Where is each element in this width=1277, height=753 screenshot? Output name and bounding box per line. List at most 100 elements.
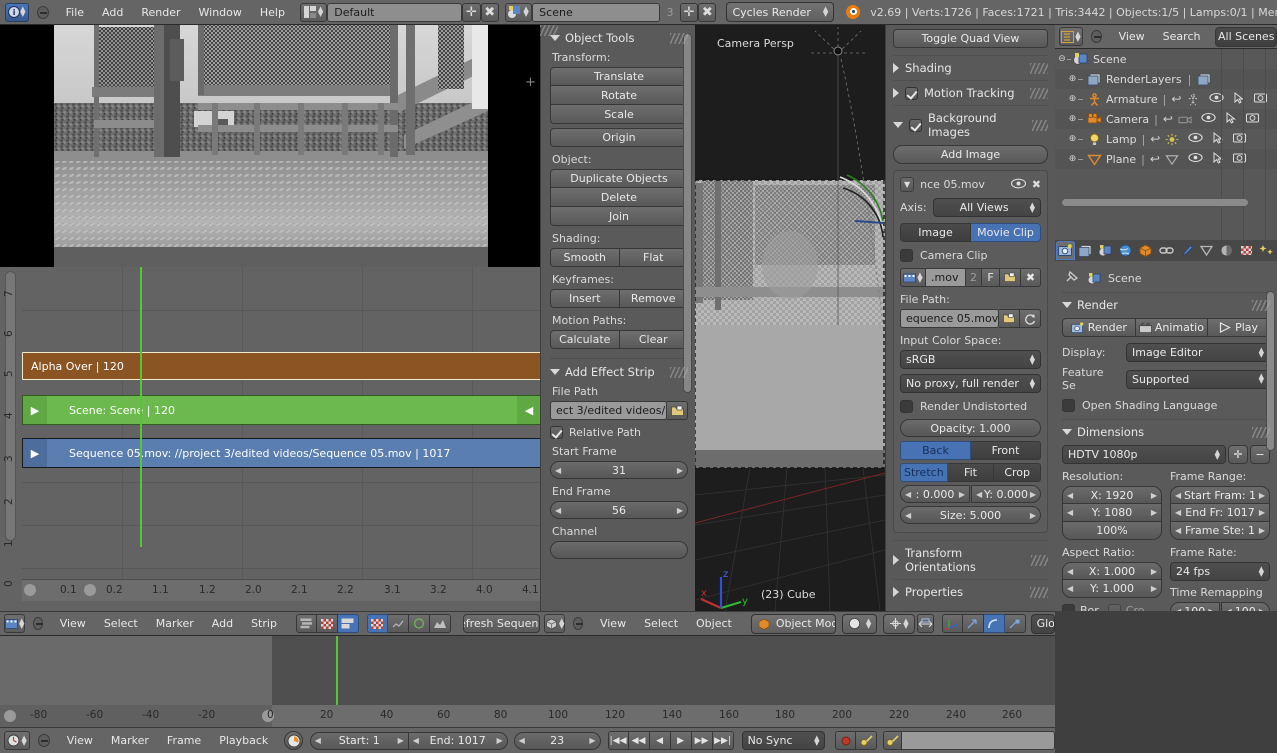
sequencer-editor-type-icon[interactable]: ▲ ▼ [4,614,26,633]
resolution-y-input[interactable]: ◀ Y: 1080 ▶ [1062,504,1162,522]
offset-x-input[interactable]: ◀: 0.000 ▶ [900,485,970,503]
seq-menu-marker[interactable]: Marker [147,611,203,636]
tab-constraints[interactable] [1156,241,1175,260]
timeline-playhead[interactable] [336,636,338,705]
delete-scene-button[interactable]: ✖ [698,2,717,22]
translate-manipulator-icon[interactable] [962,614,984,633]
origin-button[interactable]: Origin [550,128,688,147]
sequencer-strip-area[interactable]: Alpha Over | 120 ▶ Scene: Scene | 120 ◀ … [22,267,542,579]
play-reverse-button[interactable]: ◀ [649,731,671,750]
start-frame-input[interactable]: ◀ Start: 1 ▶ [309,731,409,750]
expand-toggle-icon[interactable]: ⊕ [1067,134,1078,144]
unlink-clip-icon[interactable]: ✖ [1021,268,1041,287]
toggle-quad-view-button[interactable]: Toggle Quad View [893,29,1048,48]
display-image-icon[interactable] [366,614,388,633]
tab-texture[interactable] [1237,241,1256,260]
collapse-menu-icon[interactable] [33,617,44,630]
mesh-data-icon[interactable] [1165,153,1179,166]
viewport-properties-panel[interactable]: Toggle Quad View Shading Motion Tracking [885,25,1055,611]
sync-mode-dropdown[interactable]: No Sync ▲ ▼ [741,731,826,750]
channel-input[interactable] [550,541,688,559]
properties-collapse-icon[interactable] [893,587,899,597]
shade-smooth-button[interactable]: Smooth [550,248,620,267]
frame-rate-dropdown[interactable]: 24 fps ▲ ▼ [1170,562,1270,581]
outliner-display-mode[interactable]: All Scenes [1215,26,1277,47]
menu-add[interactable]: Add [93,0,132,25]
tab-particles[interactable] [1257,241,1276,260]
strip-scene[interactable]: ▶ Scene: Scene | 120 ◀ [22,395,542,425]
border-checkbox[interactable] [1062,604,1075,611]
timeline-menu-frame[interactable]: Frame [158,728,210,753]
ruler-scroll-left-handle[interactable] [24,584,36,596]
tab-object[interactable] [1136,241,1155,260]
tab-material[interactable] [1217,241,1236,260]
transform-orientation-value[interactable]: Glo [1037,617,1054,630]
seq-menu-strip[interactable]: Strip [242,611,286,636]
opacity-slider[interactable]: Opacity: 1.000 [900,419,1041,437]
display-histogram-icon[interactable] [429,614,451,633]
pivot-point-icon[interactable] [889,617,902,630]
tab-render[interactable] [1056,241,1076,260]
frame-method-crop-button[interactable]: Crop [994,463,1042,482]
clip-name-field[interactable]: .mov [926,268,966,287]
properties-tab-bar[interactable] [1055,240,1277,261]
crop-checkbox[interactable] [1107,604,1121,611]
jump-to-prev-keyframe-button[interactable]: ◀◀ [628,731,650,750]
outliner-editor[interactable]: ▲ ▼ View Search All Scenes ⊖ Scene ⊕ Ren… [1055,24,1277,244]
expand-toggle-icon[interactable]: ⊖ [1057,54,1067,64]
outliner-menu-search[interactable]: Search [1154,24,1210,49]
depth-back-button[interactable]: Back [900,441,971,460]
visibility-eye-icon[interactable] [1188,152,1203,166]
proxy-dropdown[interactable]: No proxy, full render ▲ ▼ [900,374,1041,393]
armature-data-icon[interactable] [1186,93,1200,106]
jump-to-next-keyframe-button[interactable]: ▶▶ [691,731,713,750]
increment-icon[interactable]: ▶ [677,506,683,515]
play-render-button[interactable]: Play [1208,318,1270,337]
keyingset-field[interactable] [901,731,1055,750]
tab-render-layers[interactable] [1076,241,1095,260]
render-panel-collapse-icon[interactable] [1062,302,1072,308]
scale-button[interactable]: Scale [550,105,688,124]
tab-modifiers[interactable] [1177,241,1196,260]
scene-datablock-icon[interactable]: ▲ ▼ [504,2,533,22]
selectability-cursor-icon[interactable] [1213,151,1224,167]
expand-toggle-icon[interactable]: ⊕ [1067,154,1078,164]
delete-button[interactable]: Delete [550,188,688,207]
duplicate-objects-button[interactable]: Duplicate Objects [550,169,688,188]
play-button[interactable]: ▶ [670,731,692,750]
strip-right-handle[interactable]: ◀ [517,396,541,424]
sequencer-playhead[interactable] [140,267,142,547]
outliner-horizontal-scrollbar[interactable] [1061,198,1249,207]
remove-keyframe-button[interactable]: Remove [619,289,688,308]
ruler-scroll-right-handle[interactable] [84,584,96,596]
outliner-menu-view[interactable]: View [1110,24,1154,49]
remap-new-input[interactable]: ◀ 100 ▶ [1220,602,1270,611]
current-frame-input[interactable]: ◀ 23 ▶ [513,731,601,750]
axis-dropdown[interactable]: All Views ▲ ▼ [932,198,1041,217]
interaction-mode-value[interactable]: Object Mode [776,617,835,630]
frame-step-input[interactable]: ◀ Frame Ste: 1 ▶ [1170,522,1270,540]
sequencer-frame-ruler[interactable]: 0.1 0.2 1.1 1.2 2.0 2.1 2.2 3.1 3.2 4.0 … [22,579,540,601]
calculate-paths-button[interactable]: Calculate [550,330,620,349]
render-engine-value[interactable]: Cycles Render [732,6,810,19]
menu-help[interactable]: Help [251,0,294,25]
feature-set-dropdown[interactable]: Supported ▲ ▼ [1126,369,1270,389]
view-type-preview-icon[interactable] [316,614,338,633]
expand-toggle-icon[interactable]: ⊕ [1067,94,1078,104]
display-vectorscope-icon[interactable] [408,614,430,633]
timeline-menu-playback[interactable]: Playback [210,728,277,753]
auto-keyframe-record-icon[interactable] [835,731,857,750]
seq-menu-select[interactable]: Select [95,611,147,636]
use-preview-range-icon[interactable] [284,731,303,750]
menu-render[interactable]: Render [132,0,189,25]
source-movie-clip-tab[interactable]: Movie Clip [971,223,1041,242]
folder-browse-icon[interactable] [999,309,1020,328]
motion-tracking-checkbox[interactable] [905,86,918,100]
ruler-scroll-left-handle[interactable] [4,710,16,722]
depth-front-button[interactable]: Front [971,441,1041,460]
view3d-menu-object[interactable]: Object [687,611,741,636]
join-button[interactable]: Join [550,207,688,226]
render-image-button[interactable]: Render [1062,318,1136,337]
translate-button[interactable]: Translate [550,67,688,86]
outliner-editor-type-icon[interactable]: ▲ ▼ [1059,27,1083,46]
